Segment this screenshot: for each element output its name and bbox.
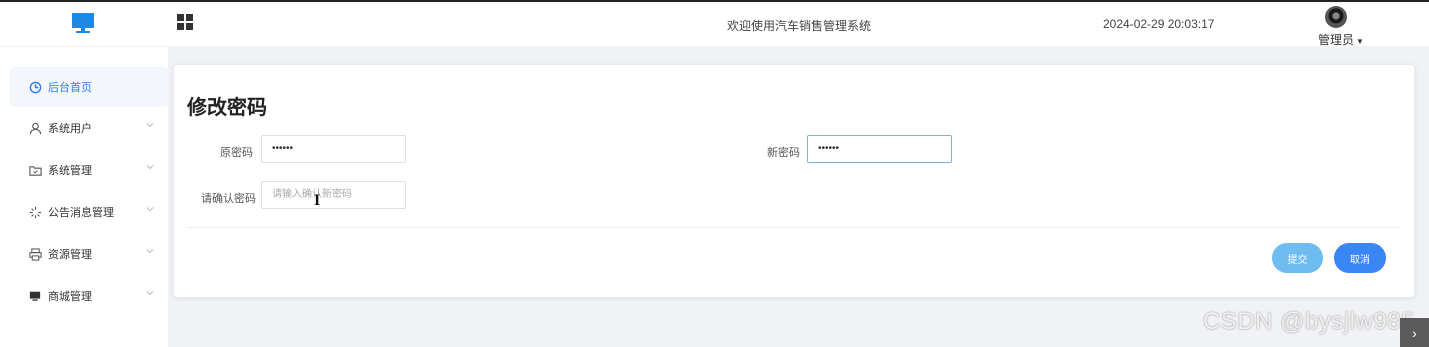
chevron-down-icon [146,249,154,254]
sidebar-item-label: 资源管理 [48,249,92,261]
top-header: 欢迎使用汽车销售管理系统 2024-02-29 20:03:17 管理员 ▼ [0,0,1429,47]
sidebar-item-label: 公告消息管理 [48,207,114,219]
user-menu[interactable]: 管理员 ▼ [1318,31,1364,48]
printer-icon [28,247,42,261]
page-title: 修改密码 [187,97,267,119]
folder-icon [28,163,42,177]
submit-button[interactable]: 提交 [1272,243,1323,273]
text-cursor-icon: I [314,192,321,209]
old-password-field[interactable]: •••••• [261,135,406,163]
user-icon [28,121,42,135]
sidebar-item-resources[interactable]: 资源管理 [10,234,168,274]
system-title: 欢迎使用汽车销售管理系统 [727,19,872,33]
sidebar-item-announcements[interactable]: 公告消息管理 [10,192,168,232]
chevron-down-icon [146,123,154,128]
sidebar-item-shop[interactable]: 商城管理 [10,276,168,316]
avatar[interactable] [1325,6,1347,28]
chevron-down-icon [146,165,154,170]
window-top-border [0,0,1429,2]
sidebar: 后台首页 系统用户 系统管理 公告消息管理 资源管理 商城管理 [0,47,168,347]
caret-down-icon: ▼ [1356,37,1364,46]
monitor-icon [28,289,42,303]
user-name: 管理员 [1318,33,1355,47]
sidebar-item-label: 系统管理 [48,165,92,177]
sidebar-item-system-users[interactable]: 系统用户 [10,108,168,148]
chevron-down-icon [146,291,154,296]
old-password-label: 原密码 [220,147,253,159]
sidebar-item-label: 商城管理 [48,291,92,303]
sidebar-item-system-management[interactable]: 系统管理 [10,150,168,190]
spinner-icon [28,205,42,219]
confirm-password-field[interactable]: 请输入确认新密码 [261,181,406,209]
current-datetime: 2024-02-29 20:03:17 [1103,17,1215,31]
scroll-right-button[interactable]: › [1400,318,1429,347]
new-password-label: 新密码 [767,147,800,159]
sidebar-item-label: 系统用户 [48,123,92,135]
grid-icon[interactable] [177,14,193,30]
clock-icon [28,80,42,94]
watermark: CSDN @bysjlw985 [1203,308,1415,335]
change-password-card: 修改密码 原密码 •••••• 新密码 •••••• 请确认密码 请输入确认新密… [173,64,1415,298]
form-divider [187,227,1401,228]
sidebar-item-label: 后台首页 [48,82,92,94]
confirm-password-label: 请确认密码 [201,193,256,205]
sidebar-item-home[interactable]: 后台首页 [10,67,168,107]
chevron-down-icon [146,207,154,212]
cancel-button[interactable]: 取消 [1334,243,1386,273]
monitor-icon[interactable] [71,12,95,36]
new-password-field[interactable]: •••••• [807,135,952,163]
chevron-right-icon: › [1412,324,1417,341]
